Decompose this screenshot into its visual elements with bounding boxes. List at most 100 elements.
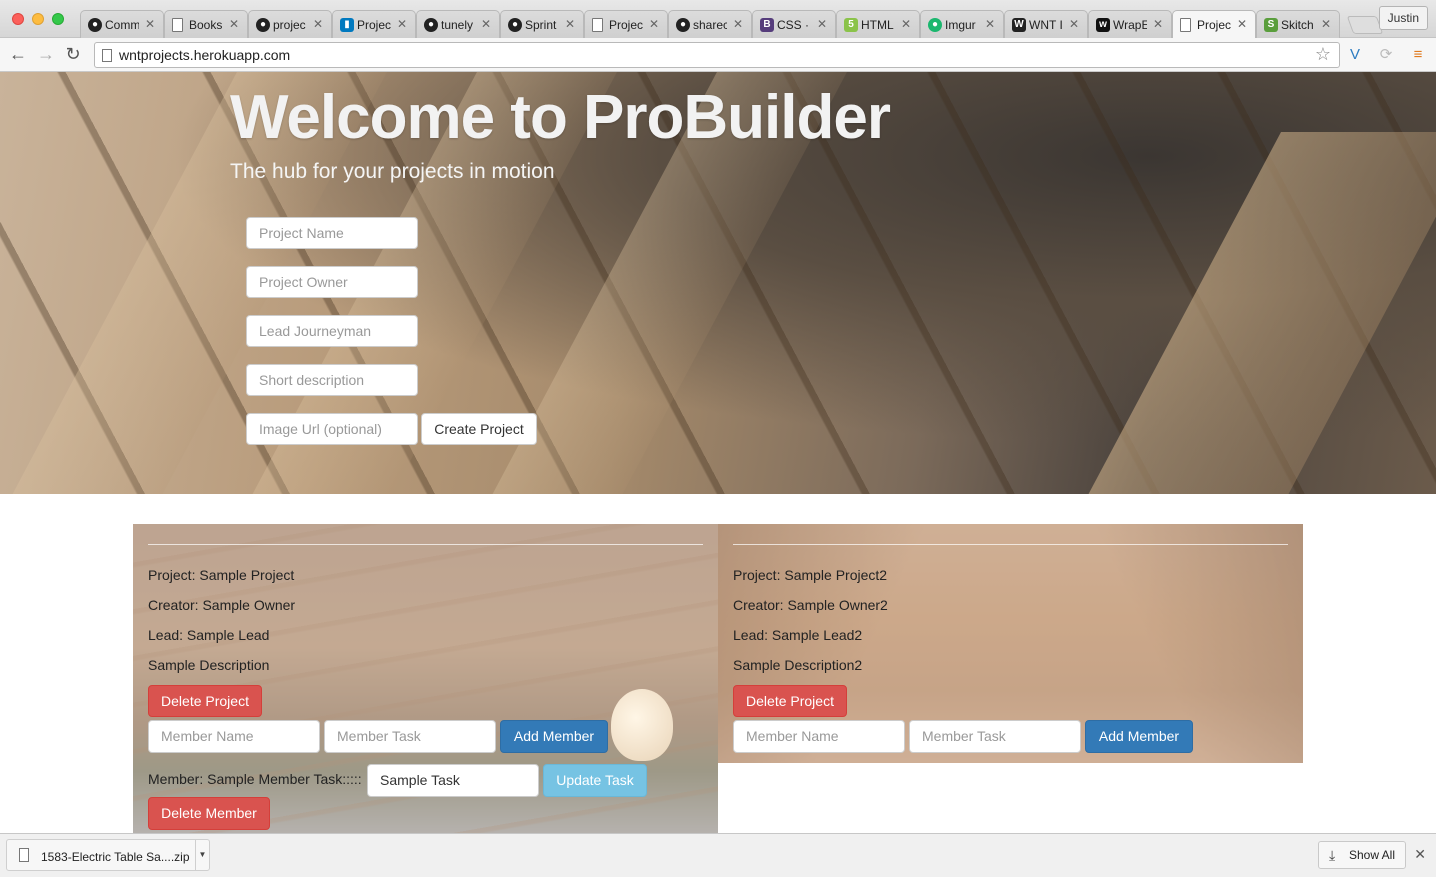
download-filename: 1583-Electric Table Sa....zip — [41, 850, 190, 864]
hero-title: Welcome to ProBuilder — [230, 83, 891, 152]
download-item[interactable]: 1583-Electric Table Sa....zip ▼ — [6, 839, 210, 871]
tab-5[interactable]: ● tunely ✕ — [416, 10, 500, 38]
forward-arrow-icon[interactable]: → — [36, 44, 56, 64]
bootstrap-icon: B — [760, 18, 774, 32]
project-description-text: Sample Description2 — [733, 657, 863, 673]
update-task-button[interactable]: Update Task — [543, 764, 647, 797]
imgur-icon: ● — [928, 18, 942, 32]
tab-10[interactable]: 5 HTML ✕ — [836, 10, 920, 38]
tab-close-icon[interactable]: ✕ — [985, 17, 995, 31]
tab-close-icon[interactable]: ✕ — [1321, 17, 1331, 31]
browser-titlebar: ● Comm ✕ Books ✕ ● projec ✕ ▮ Projec ✕ ● tunely ✕… — [0, 0, 1436, 39]
close-window-button[interactable] — [12, 13, 24, 25]
vimeo-extension-icon[interactable]: V — [1346, 46, 1364, 64]
tab-8[interactable]: ● sharec ✕ — [668, 10, 752, 38]
tab-close-icon[interactable]: ✕ — [565, 17, 575, 31]
project-name-text: Project: Sample Project2 — [733, 567, 888, 583]
url-text: wntprojects.herokuapp.com — [119, 47, 291, 63]
hero-subtitle: The hub for your projects in motion — [230, 160, 555, 183]
project-creator-text: Creator: Sample Owner2 — [733, 597, 888, 613]
tab-close-icon[interactable]: ✕ — [313, 17, 323, 31]
delete-project-button[interactable]: Delete Project — [148, 685, 262, 717]
sync-extension-icon[interactable]: ⟳ — [1377, 46, 1395, 64]
page-icon — [102, 49, 112, 62]
project-card: Project: Sample Project Creator: Sample … — [133, 524, 718, 833]
tab-7[interactable]: Projec ✕ — [584, 10, 668, 38]
github-icon: ● — [676, 18, 690, 32]
tab-close-icon[interactable]: ✕ — [481, 17, 491, 31]
tab-14-active[interactable]: Projec ✕ — [1172, 10, 1256, 39]
pendant-lamp-graphic — [611, 689, 673, 761]
tab-13[interactable]: w WrapE ✕ — [1088, 10, 1172, 38]
member-name-input[interactable]: Member Name — [148, 720, 320, 753]
project-lead-text: Lead: Sample Lead — [148, 627, 270, 643]
download-icon: ⤓ — [1328, 847, 1336, 863]
member-task-input[interactable]: Member Task — [909, 720, 1081, 753]
hero-banner: Welcome to ProBuilder The hub for your p… — [0, 72, 1436, 494]
minimize-window-button[interactable] — [32, 13, 44, 25]
address-bar[interactable]: wntprojects.herokuapp.com ☆ — [94, 42, 1340, 68]
tab-11[interactable]: ● Imgur ✕ — [920, 10, 1004, 38]
project-lead-text: Lead: Sample Lead2 — [733, 627, 863, 643]
member-info-text: Member: Sample Member Task::::: — [148, 771, 362, 787]
tab-close-icon[interactable]: ✕ — [1153, 17, 1163, 31]
profile-button[interactable]: Justin — [1378, 6, 1428, 30]
tab-3[interactable]: ● projec ✕ — [248, 10, 332, 38]
back-arrow-icon[interactable]: ← — [8, 44, 28, 64]
add-member-button[interactable]: Add Member — [1085, 720, 1193, 753]
project-description-text: Sample Description — [148, 657, 270, 673]
github-icon: ● — [256, 18, 270, 32]
member-name-input[interactable]: Member Name — [733, 720, 905, 753]
wrapbootstrap-icon: w — [1096, 18, 1110, 32]
skitch-icon: S — [1264, 18, 1278, 32]
document-icon — [592, 18, 603, 32]
tab-9[interactable]: B CSS · ✕ — [752, 10, 836, 38]
document-icon — [1180, 18, 1191, 32]
project-owner-input[interactable]: Project Owner — [246, 266, 418, 298]
document-icon — [172, 18, 183, 32]
tab-close-icon[interactable]: ✕ — [649, 17, 659, 31]
tab-close-icon[interactable]: ✕ — [817, 17, 827, 31]
short-description-input[interactable]: Short description — [246, 364, 418, 396]
tab-close-icon[interactable]: ✕ — [733, 17, 743, 31]
member-task-edit-input[interactable]: Sample Task — [367, 764, 539, 797]
project-card: Project: Sample Project2 Creator: Sample… — [718, 524, 1303, 763]
tab-close-icon[interactable]: ✕ — [397, 17, 407, 31]
download-shelf: 1583-Electric Table Sa....zip ▼ ⤓ Show A… — [0, 833, 1436, 877]
hero-background-wood — [1078, 132, 1436, 494]
divider — [148, 544, 703, 545]
tab-2[interactable]: Books ✕ — [164, 10, 248, 38]
add-member-button[interactable]: Add Member — [500, 720, 608, 753]
tab-close-icon[interactable]: ✕ — [229, 17, 239, 31]
tab-6[interactable]: ● Sprint ✕ — [500, 10, 584, 38]
new-tab-button[interactable] — [1346, 16, 1384, 34]
delete-member-button[interactable]: Delete Member — [148, 797, 270, 830]
show-all-downloads-button[interactable]: ⤓ Show All — [1317, 841, 1406, 869]
tab-close-icon[interactable]: ✕ — [1237, 17, 1247, 31]
menu-hamburger-icon[interactable]: ≡ — [1409, 46, 1427, 64]
delete-project-button[interactable]: Delete Project — [733, 685, 847, 717]
tab-close-icon[interactable]: ✕ — [901, 17, 911, 31]
member-task-input[interactable]: Member Task — [324, 720, 496, 753]
tab-close-icon[interactable]: ✕ — [145, 17, 155, 31]
create-project-button[interactable]: Create Project — [421, 413, 537, 445]
tab-12[interactable]: W WNT I ✕ — [1004, 10, 1088, 38]
zoom-window-button[interactable] — [52, 13, 64, 25]
tab-4[interactable]: ▮ Projec ✕ — [332, 10, 416, 38]
file-icon — [19, 848, 29, 862]
image-url-input[interactable]: Image Url (optional) — [246, 413, 418, 445]
trello-icon: ▮ — [340, 18, 354, 32]
close-icon[interactable]: ✕ — [1414, 846, 1426, 863]
show-all-label: Show All — [1348, 848, 1395, 862]
github-icon: ● — [88, 18, 102, 32]
tab-close-icon[interactable]: ✕ — [1069, 17, 1079, 31]
lead-journeyman-input[interactable]: Lead Journeyman — [246, 315, 418, 347]
project-name-input[interactable]: Project Name — [246, 217, 418, 249]
chevron-down-icon[interactable]: ▼ — [195, 840, 209, 870]
browser-toolbar: ← → ↻ wntprojects.herokuapp.com ☆ V ⟳ ≡ — [0, 38, 1436, 72]
tab-15[interactable]: S Skitch ✕ — [1256, 10, 1340, 38]
tab-1[interactable]: ● Comm ✕ — [80, 10, 164, 38]
project-name-text: Project: Sample Project — [148, 567, 295, 583]
bookmark-star-icon[interactable]: ☆ — [1315, 44, 1331, 65]
reload-icon[interactable]: ↻ — [63, 44, 83, 64]
